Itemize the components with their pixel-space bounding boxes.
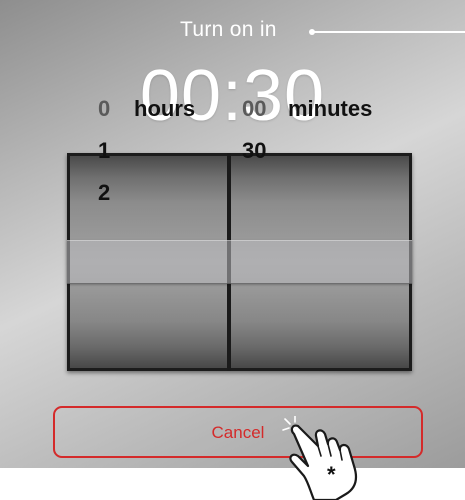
selection-band: [67, 240, 412, 284]
annotation-marker: *: [327, 462, 336, 487]
countdown-display: 00:30: [139, 56, 326, 136]
leader-line: [314, 31, 465, 33]
tap-hand-icon: *: [282, 416, 357, 500]
caption-text: Turn on in: [180, 18, 277, 41]
time-picker[interactable]: [67, 153, 412, 371]
hours-option[interactable]: 2: [98, 180, 110, 206]
turn-on-caption: Turn on in: [0, 18, 465, 44]
timer-screen: Turn on in 00:30 0 hours 00 minutes 1 2 …: [0, 0, 465, 468]
minutes-option[interactable]: 30: [242, 138, 266, 164]
hours-selected-value[interactable]: 0: [98, 96, 110, 122]
minutes-selected-value[interactable]: 00: [242, 96, 266, 122]
hours-option[interactable]: 1: [98, 138, 110, 164]
minutes-label: minutes: [288, 96, 373, 121]
hours-label: hours: [134, 96, 196, 121]
